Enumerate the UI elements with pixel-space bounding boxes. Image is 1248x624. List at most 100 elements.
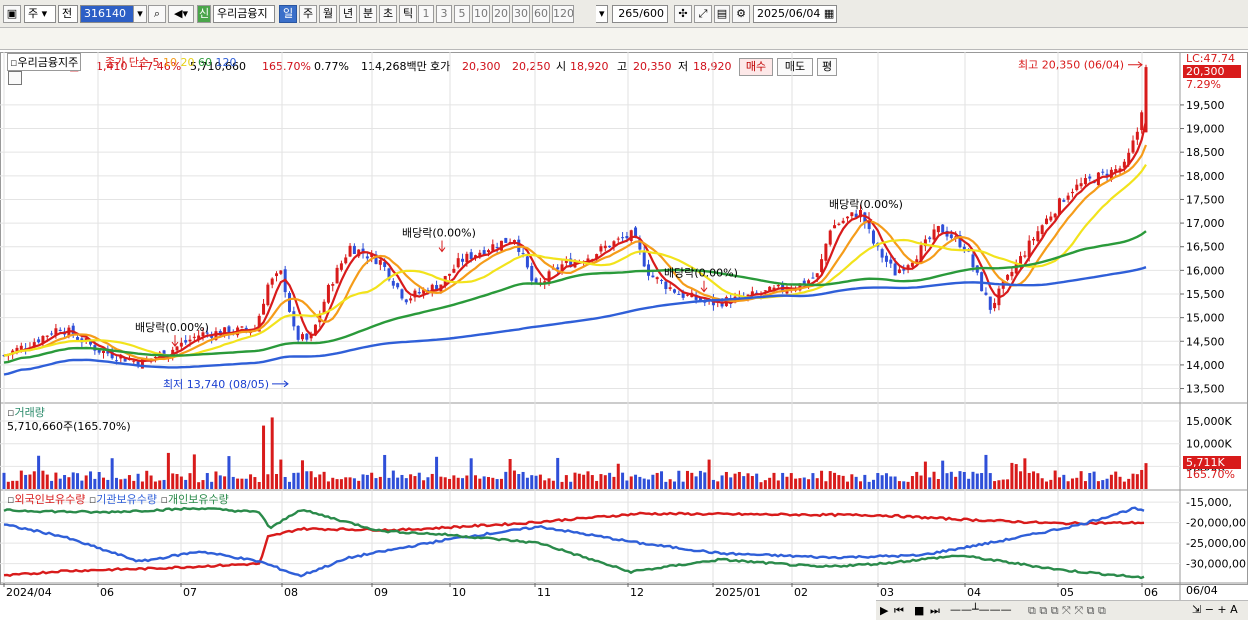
date-field[interactable]: 2025/06/04 ▦ bbox=[753, 5, 837, 23]
interval-button-120[interactable]: 120 bbox=[552, 5, 574, 23]
candle-body bbox=[889, 259, 893, 264]
interval-button-3[interactable]: 3 bbox=[436, 5, 452, 23]
candle-body bbox=[448, 273, 452, 276]
candle-body bbox=[664, 281, 668, 290]
volume-bar bbox=[564, 475, 568, 489]
panel-stock-name[interactable]: ▫우리금융지주 bbox=[7, 53, 82, 71]
holding-tick-label: -20,000,00 bbox=[1186, 517, 1246, 530]
layout-icons[interactable]: ⧉ ⧉ ⧉ ⤧ ⤧ ⧉ ⧉ bbox=[1028, 604, 1106, 618]
x-tick-label: 11 bbox=[537, 586, 551, 599]
volume-bar bbox=[672, 481, 676, 489]
interval-button-30[interactable]: 30 bbox=[512, 5, 530, 23]
x-tick-label: 08 bbox=[284, 586, 298, 599]
volume-bar bbox=[1101, 480, 1105, 489]
volume-bar bbox=[1114, 471, 1118, 489]
stock-name-field[interactable]: 우리금융지 bbox=[213, 5, 275, 23]
candle-body bbox=[417, 292, 421, 294]
volume-bar bbox=[997, 480, 1001, 489]
stop-icon[interactable]: ■ bbox=[914, 604, 924, 617]
interval-button-5[interactable]: 5 bbox=[454, 5, 470, 23]
candle-body bbox=[331, 284, 335, 286]
table-icon[interactable] bbox=[8, 71, 22, 85]
volume-value-label: 5,710,660주(165.70%) bbox=[7, 420, 131, 433]
period-tab-3[interactable]: 년 bbox=[339, 5, 357, 23]
volume-bar bbox=[910, 476, 914, 489]
volume-bar bbox=[595, 480, 599, 489]
compare-select[interactable]: 전 bbox=[58, 5, 78, 23]
volume-bar bbox=[413, 476, 417, 489]
window-icon[interactable]: ▣ bbox=[3, 5, 21, 23]
forward-icon[interactable]: ⏭ bbox=[930, 604, 940, 618]
volume-bar bbox=[101, 477, 105, 489]
period-tab-6[interactable]: 틱 bbox=[399, 5, 417, 23]
volume-bar bbox=[690, 472, 694, 489]
volume-bar bbox=[1109, 474, 1113, 489]
volume-bar bbox=[465, 475, 469, 489]
rewind-icon[interactable]: ⏮ bbox=[894, 604, 904, 618]
ma-legend[interactable]: 종가 단순 5 10 20 60 120 bbox=[105, 54, 236, 70]
volume-bar bbox=[443, 477, 447, 489]
volume-bar bbox=[1062, 474, 1066, 489]
gear-icon[interactable]: ⚙ bbox=[732, 5, 750, 23]
candle-body bbox=[971, 254, 975, 268]
volume-bar bbox=[417, 472, 421, 489]
draw-icon[interactable]: ⤢ bbox=[694, 5, 712, 23]
candle-body bbox=[651, 275, 655, 278]
volume-bar bbox=[638, 476, 642, 489]
crosshair-icon[interactable]: ✣ bbox=[674, 5, 692, 23]
candle-body bbox=[344, 257, 348, 264]
interval-button-20[interactable]: 20 bbox=[492, 5, 510, 23]
speaker-icon[interactable]: ◀▾ bbox=[168, 5, 194, 23]
candle-body bbox=[525, 256, 529, 268]
chart-canvas[interactable]: 2024/04 06 07 08 09 10 11 12 2025/01 02 03 04 05 06 19… bbox=[0, 52, 1248, 621]
high-arrow bbox=[1128, 61, 1143, 69]
zoom-slider[interactable]: ——┴——— bbox=[950, 603, 1012, 616]
candle-body bbox=[184, 340, 188, 343]
candle-body bbox=[305, 333, 309, 340]
interval-button-60[interactable]: 60 bbox=[532, 5, 550, 23]
candle-body bbox=[1032, 239, 1036, 241]
period-tab-1[interactable]: 주 bbox=[299, 5, 317, 23]
candle-body bbox=[884, 255, 888, 262]
period-tab-4[interactable]: 분 bbox=[359, 5, 377, 23]
interval-button-10[interactable]: 10 bbox=[472, 5, 490, 23]
volume-bar bbox=[89, 471, 93, 489]
interval-dropdown-icon[interactable]: ▾ bbox=[596, 5, 608, 23]
volume-bar bbox=[897, 481, 901, 489]
holding-tick-label: -25,000,00 bbox=[1186, 537, 1246, 550]
period-tab-2[interactable]: 월 bbox=[319, 5, 337, 23]
candle-body bbox=[262, 303, 266, 315]
volume-bar bbox=[1092, 471, 1096, 489]
count-field[interactable]: 265/600 bbox=[612, 5, 668, 23]
volume-bar bbox=[530, 475, 534, 489]
volume-bar bbox=[993, 481, 997, 489]
candle-body bbox=[897, 269, 901, 274]
volume-bar bbox=[551, 480, 555, 489]
period-tab-5[interactable]: 초 bbox=[379, 5, 397, 23]
holding-legend[interactable]: ▫외국인보유수량 ▫기관보유수량 ▫개인보유수량 bbox=[7, 491, 229, 507]
volume-bar bbox=[1105, 478, 1109, 489]
volume-bar bbox=[2, 472, 6, 489]
save-icon[interactable]: ▤ bbox=[714, 5, 730, 23]
volume-bar bbox=[1006, 479, 1010, 489]
volume-bar bbox=[1144, 463, 1148, 489]
period-type-select[interactable]: 주 ▾ bbox=[24, 5, 56, 23]
volume-bar bbox=[396, 477, 400, 489]
candle-body bbox=[941, 224, 945, 233]
volume-bar bbox=[158, 480, 162, 489]
volume-bar bbox=[370, 472, 374, 489]
code-dropdown-icon[interactable]: ▾ bbox=[133, 5, 147, 23]
candle-body bbox=[352, 245, 356, 254]
interval-button-1[interactable]: 1 bbox=[418, 5, 434, 23]
volume-pct-tag: 165.70% bbox=[1186, 468, 1235, 481]
search-icon[interactable]: ⌕ bbox=[148, 5, 166, 23]
volume-bar bbox=[949, 471, 953, 489]
period-tab-0[interactable]: 일 bbox=[279, 5, 297, 23]
candle-body bbox=[409, 298, 413, 301]
zoom-controls[interactable]: ⇲ − + A bbox=[1192, 603, 1238, 616]
price-tick-label: 18,000 bbox=[1186, 170, 1225, 183]
volume-bar bbox=[288, 481, 291, 489]
volume-bar bbox=[93, 478, 97, 489]
volume-bar bbox=[279, 459, 283, 489]
scroll-right-icon[interactable]: ▶ bbox=[880, 604, 888, 617]
